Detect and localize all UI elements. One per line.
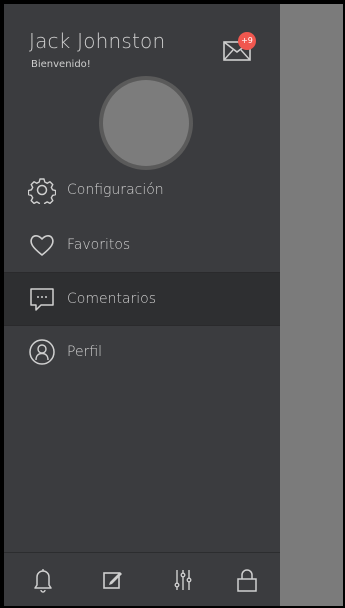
gear-icon: [28, 178, 56, 204]
bell-icon: [34, 569, 52, 593]
edit-icon: [103, 572, 122, 589]
messages-button[interactable]: +9: [222, 32, 262, 66]
sliders-icon: [174, 570, 192, 590]
settings-sliders-button[interactable]: [166, 563, 200, 597]
navigation-drawer: Jack Johnston Bienvenido! +9 Configuraci…: [4, 4, 280, 606]
lock-button[interactable]: [230, 563, 264, 597]
chat-bubble-icon: [30, 288, 54, 311]
avatar[interactable]: [103, 80, 189, 166]
content-overlay[interactable]: [280, 4, 343, 606]
welcome-text: Bienvenido!: [31, 59, 91, 70]
lock-icon: [237, 569, 257, 592]
notifications-button[interactable]: [26, 563, 60, 597]
user-circle-icon: [29, 339, 55, 365]
compose-button[interactable]: [96, 563, 130, 597]
notification-badge: +9: [238, 32, 256, 50]
menu-item-label: Comentarios: [67, 291, 157, 307]
menu-item-label: Configuración: [67, 182, 164, 198]
menu-item-perfil[interactable]: Perfil: [4, 326, 280, 378]
screen-frame: Jack Johnston Bienvenido! +9 Configuraci…: [0, 0, 345, 608]
menu-item-favoritos[interactable]: Favoritos: [4, 219, 280, 271]
menu-item-label: Perfil: [67, 344, 103, 360]
bottom-toolbar: [4, 552, 280, 606]
menu-item-configuracion[interactable]: Configuración: [4, 164, 280, 216]
menu-item-label: Favoritos: [67, 237, 131, 253]
menu-item-comentarios[interactable]: Comentarios: [4, 272, 280, 326]
user-name: Jack Johnston: [29, 29, 166, 53]
heart-icon: [30, 235, 54, 256]
